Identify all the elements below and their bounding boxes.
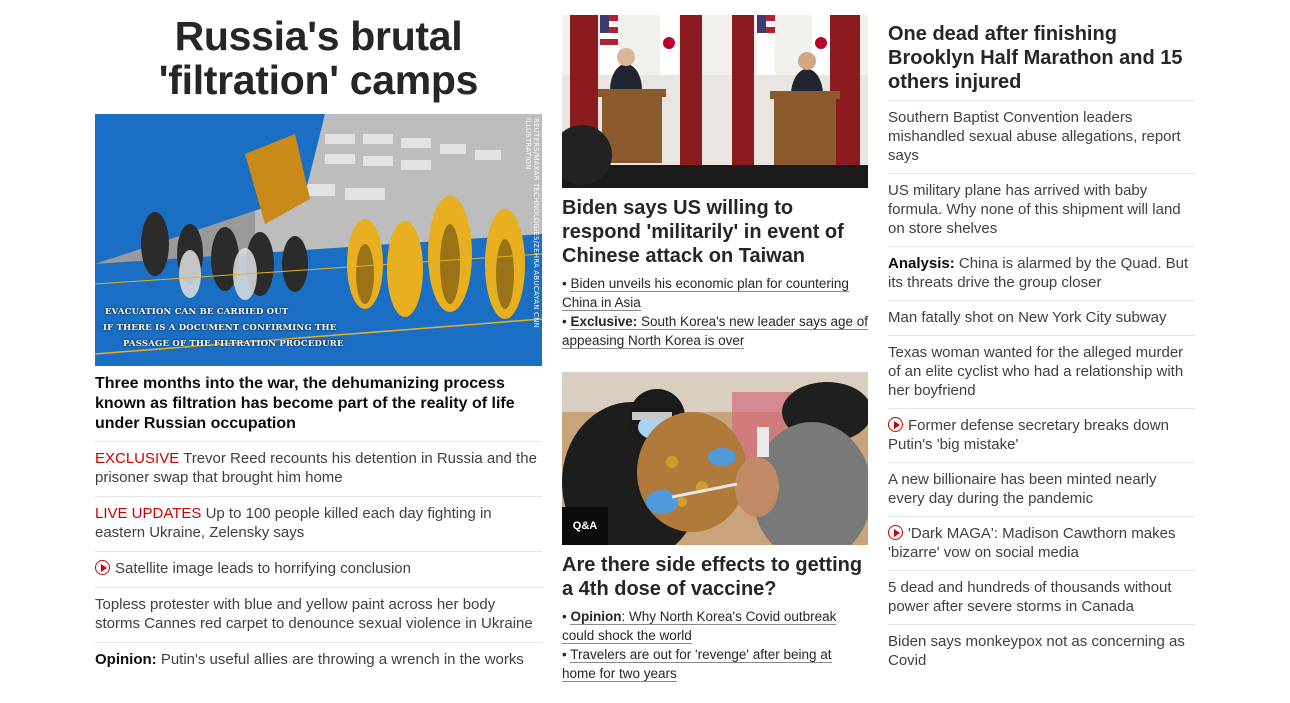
story-link[interactable]: A new billionaire has been minted nearly…	[888, 471, 1157, 507]
headline-link[interactable]: Biden says US willing to respond 'milita…	[562, 197, 844, 267]
list-item[interactable]: • Opinion: Why North Korea's Covid outbr…	[562, 607, 868, 645]
exclusive-label: Exclusive:	[570, 314, 638, 329]
press-conference-photo	[562, 15, 868, 188]
overlay-line: EVACUATION CAN BE CARRIED OUT	[105, 307, 289, 317]
story-text: Topless protester with blue and yellow p…	[95, 596, 533, 632]
list-item[interactable]: Texas woman wanted for the alleged murde…	[888, 335, 1195, 408]
analysis-label: Analysis:	[888, 255, 955, 272]
main-story-column: Russia's brutal 'filtration' camps REUTE…	[95, 0, 542, 678]
main-story-list: EXCLUSIVE Trevor Reed recounts his deten…	[95, 441, 542, 678]
story-text: Man fatally shot on New York City subway	[888, 309, 1167, 326]
story-link[interactable]: Opinion: Putin's useful allies are throw…	[95, 651, 524, 668]
list-item[interactable]: Topless protester with blue and yellow p…	[95, 587, 542, 642]
story-link[interactable]: Biden says monkeypox not as concerning a…	[888, 633, 1185, 669]
main-subheadline[interactable]: Three months into the war, the dehumaniz…	[95, 374, 542, 434]
story-link[interactable]: Southern Baptist Convention leaders mish…	[888, 109, 1181, 164]
story-link[interactable]: 'Dark MAGA': Madison Cawthorn makes 'biz…	[888, 525, 1175, 561]
vaccine-related-links: • Opinion: Why North Korea's Covid outbr…	[562, 607, 868, 683]
list-item[interactable]: EXCLUSIVE Trevor Reed recounts his deten…	[95, 441, 542, 496]
vaccine-image[interactable]: Q&A	[562, 372, 868, 545]
related-link[interactable]: Opinion: Why North Korea's Covid outbrea…	[562, 609, 837, 644]
right-story-list: Southern Baptist Convention leaders mish…	[888, 100, 1195, 678]
list-item[interactable]: Satellite image leads to horrifying conc…	[95, 551, 542, 587]
list-item[interactable]: Former defense secretary breaks down Put…	[888, 408, 1195, 462]
story-text: Putin's useful allies are throwing a wre…	[156, 651, 524, 668]
story-link[interactable]: Topless protester with blue and yellow p…	[95, 596, 533, 632]
list-item[interactable]: • Biden unveils his economic plan for co…	[562, 274, 868, 312]
overlay-line: IF THERE IS A DOCUMENT CONFIRMING THE	[103, 323, 337, 333]
list-item[interactable]: Biden says monkeypox not as concerning a…	[888, 624, 1195, 678]
story-link[interactable]: EXCLUSIVE Trevor Reed recounts his deten…	[95, 450, 537, 486]
related-link[interactable]: Exclusive: South Korea's new leader says…	[562, 314, 869, 349]
filtration-camps-image[interactable]: REUTERS/MAXAR TECHNOLOGIES/ZEHRA ABUCAYA…	[95, 114, 542, 366]
live-updates-kicker: LIVE UPDATES	[95, 505, 202, 522]
list-item[interactable]: US military plane has arrived with baby …	[888, 173, 1195, 246]
link-text: Travelers are out for 'revenge' after be…	[562, 647, 832, 681]
list-item[interactable]: Analysis: China is alarmed by the Quad. …	[888, 246, 1195, 300]
vaccine-headline[interactable]: Are there side effects to getting a 4th …	[562, 553, 868, 601]
story-link[interactable]: Satellite image leads to horrifying conc…	[95, 560, 411, 577]
qa-badge: Q&A	[562, 507, 608, 545]
list-item[interactable]: • Exclusive: South Korea's new leader sa…	[562, 312, 869, 350]
related-link[interactable]: Biden unveils his economic plan for coun…	[562, 276, 849, 311]
main-headline[interactable]: Russia's brutal 'filtration' camps	[95, 14, 542, 102]
biden-kishida-image[interactable]	[562, 15, 868, 188]
main-subheadline-link[interactable]: Three months into the war, the dehumaniz…	[95, 375, 515, 432]
story-text: Satellite image leads to horrifying conc…	[115, 560, 411, 577]
video-play-icon	[95, 560, 110, 575]
story-text: US military plane has arrived with baby …	[888, 182, 1181, 237]
list-item[interactable]: A new billionaire has been minted nearly…	[888, 462, 1195, 516]
opinion-label: Opinion:	[95, 651, 157, 668]
biden-taiwan-headline[interactable]: Biden says US willing to respond 'milita…	[562, 196, 868, 268]
list-item[interactable]: LIVE UPDATES Up to 100 people killed eac…	[95, 496, 542, 551]
headline-link[interactable]: One dead after finishing Brooklyn Half M…	[888, 23, 1183, 93]
list-item[interactable]: • Travelers are out for 'revenge' after …	[562, 645, 868, 683]
story-text: Texas woman wanted for the alleged murde…	[888, 344, 1184, 399]
video-play-icon	[888, 417, 903, 432]
story-link[interactable]: LIVE UPDATES Up to 100 people killed eac…	[95, 505, 492, 541]
photo-credit: REUTERS/MAXAR TECHNOLOGIES/ZEHRA ABUCAYA…	[524, 118, 540, 329]
list-item[interactable]: Man fatally shot on New York City subway	[888, 300, 1195, 335]
story-link[interactable]: US military plane has arrived with baby …	[888, 182, 1181, 237]
list-item[interactable]: Opinion: Putin's useful allies are throw…	[95, 642, 542, 678]
image-overlay-text: EVACUATION CAN BE CARRIED OUT IF THERE I…	[103, 304, 344, 352]
exclusive-kicker: EXCLUSIVE	[95, 450, 180, 467]
story-link[interactable]: 5 dead and hundreds of thousands without…	[888, 579, 1172, 615]
story-text: 'Dark MAGA': Madison Cawthorn makes 'biz…	[888, 525, 1176, 561]
story-text: 5 dead and hundreds of thousands without…	[888, 579, 1172, 615]
opinion-label: Opinion	[570, 609, 622, 624]
biden-related-links: • Biden unveils his economic plan for co…	[562, 274, 869, 350]
story-text: A new billionaire has been minted nearly…	[888, 471, 1157, 507]
story-link[interactable]: Texas woman wanted for the alleged murde…	[888, 344, 1183, 399]
story-text: Southern Baptist Convention leaders mish…	[888, 109, 1181, 164]
list-item[interactable]: 'Dark MAGA': Madison Cawthorn makes 'biz…	[888, 516, 1195, 570]
list-item[interactable]: 5 dead and hundreds of thousands without…	[888, 570, 1195, 624]
right-column: One dead after finishing Brooklyn Half M…	[888, 0, 1195, 678]
video-play-icon	[888, 525, 903, 540]
story-text: Biden says monkeypox not as concerning a…	[888, 633, 1185, 669]
story-text: Former defense secretary breaks down Put…	[888, 417, 1169, 453]
story-link[interactable]: Man fatally shot on New York City subway	[888, 309, 1166, 326]
link-text: Biden unveils his economic plan for coun…	[562, 276, 849, 310]
marathon-headline[interactable]: One dead after finishing Brooklyn Half M…	[888, 22, 1195, 94]
story-link[interactable]: Analysis: China is alarmed by the Quad. …	[888, 255, 1188, 291]
main-headline-link[interactable]: Russia's brutal 'filtration' camps	[159, 13, 479, 103]
overlay-line: PASSAGE OF THE FILTRATION PROCEDURE	[123, 339, 344, 349]
story-link[interactable]: Former defense secretary breaks down Put…	[888, 417, 1169, 453]
list-item[interactable]: Southern Baptist Convention leaders mish…	[888, 100, 1195, 173]
center-column: Biden says US willing to respond 'milita…	[562, 15, 869, 683]
related-link[interactable]: Travelers are out for 'revenge' after be…	[562, 647, 832, 682]
headline-link[interactable]: Are there side effects to getting a 4th …	[562, 554, 862, 600]
